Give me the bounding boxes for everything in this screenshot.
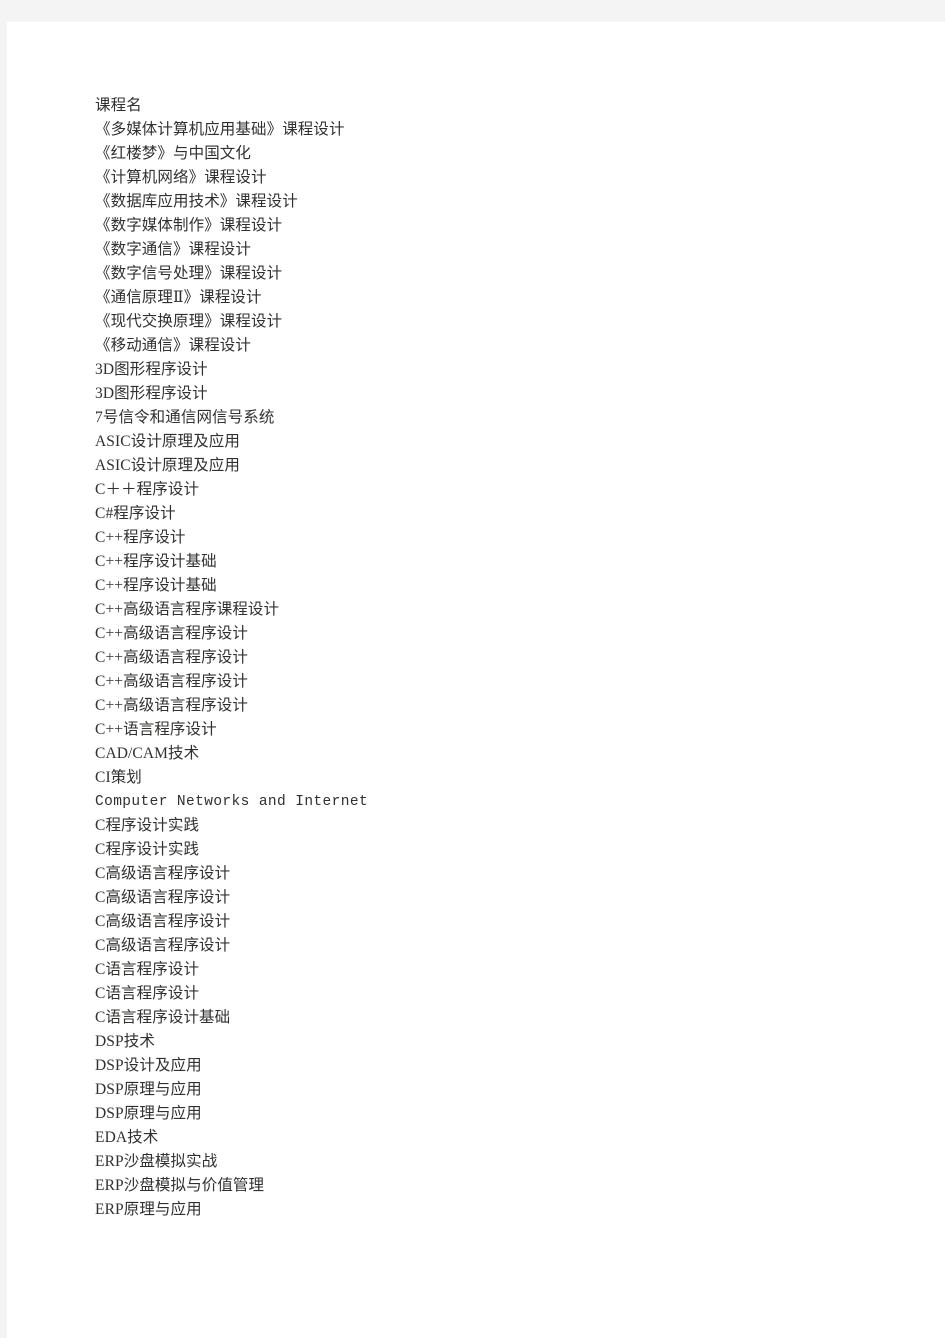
left-chrome-strip <box>0 22 7 1338</box>
course-list-item: ASIC设计原理及应用 <box>95 457 240 474</box>
column-header-course-name: 课程名 <box>95 97 142 114</box>
course-list-item: C程序设计实践 <box>95 841 200 858</box>
course-list-item: C＋＋程序设计 <box>95 481 200 498</box>
course-list-item: C++高级语言程序设计 <box>95 697 248 714</box>
course-list-item: C++高级语言程序课程设计 <box>95 601 280 618</box>
course-list-item: 《计算机网络》课程设计 <box>95 169 267 186</box>
course-list-item: Computer Networks and Internet <box>95 794 369 810</box>
course-list-item: 《数字信号处理》课程设计 <box>95 265 283 282</box>
course-list-item: C++程序设计基础 <box>95 553 217 570</box>
course-list-item: C语言程序设计基础 <box>95 1009 231 1026</box>
course-list-item: 《数据库应用技术》课程设计 <box>95 193 298 210</box>
course-list-item: C++语言程序设计 <box>95 721 217 738</box>
course-list-item: 3D图形程序设计 <box>95 361 208 378</box>
course-list-item: C++程序设计 <box>95 529 186 546</box>
course-list-item: C++高级语言程序设计 <box>95 649 248 666</box>
course-list-item: 《现代交换原理》课程设计 <box>95 313 283 330</box>
course-name-list: 课程名 《多媒体计算机应用基础》课程设计 《红楼梦》与中国文化 《计算机网络》课程设… <box>95 94 895 1222</box>
document-page: 课程名 《多媒体计算机应用基础》课程设计 《红楼梦》与中国文化 《计算机网络》课程设… <box>7 22 945 1338</box>
course-list-item: C高级语言程序设计 <box>95 865 231 882</box>
course-list-item: DSP技术 <box>95 1033 155 1050</box>
course-list-item: C语言程序设计 <box>95 985 200 1002</box>
course-list-item: CI策划 <box>95 769 142 786</box>
course-list-item: C高级语言程序设计 <box>95 937 231 954</box>
course-list-item: C高级语言程序设计 <box>95 889 231 906</box>
course-list-item: 《通信原理Ⅱ》课程设计 <box>95 289 262 306</box>
course-list-item: C程序设计实践 <box>95 817 200 834</box>
course-list-item: C高级语言程序设计 <box>95 913 231 930</box>
course-list-item: C++程序设计基础 <box>95 577 217 594</box>
course-list-item: CAD/CAM技术 <box>95 745 200 762</box>
course-list-item: DSP原理与应用 <box>95 1081 202 1098</box>
course-list-item: DSP设计及应用 <box>95 1057 202 1074</box>
course-list-body: 《多媒体计算机应用基础》课程设计 《红楼梦》与中国文化 《计算机网络》课程设计《数据… <box>95 118 895 1222</box>
course-list-item: 《红楼梦》与中国文化 <box>95 145 252 162</box>
course-list-item: ERP沙盘模拟与价值管理 <box>95 1177 265 1194</box>
course-list-item: C#程序设计 <box>95 505 176 522</box>
course-list-item: C++高级语言程序设计 <box>95 673 248 690</box>
course-list-item: 3D图形程序设计 <box>95 385 208 402</box>
course-list-item: EDA技术 <box>95 1129 159 1146</box>
course-list-item: DSP原理与应用 <box>95 1105 202 1122</box>
course-list-item: 7号信令和通信网信号系统 <box>95 409 275 426</box>
course-list-item: 《多媒体计算机应用基础》课程设计 <box>95 121 345 138</box>
course-list-item: ASIC设计原理及应用 <box>95 433 240 450</box>
course-list-item: ERP原理与应用 <box>95 1201 202 1218</box>
course-list-item: 《数字媒体制作》课程设计 <box>95 217 283 234</box>
top-chrome-band <box>0 0 945 22</box>
course-list-item: ERP沙盘模拟实战 <box>95 1153 218 1170</box>
course-list-item: 《数字通信》课程设计 <box>95 241 252 258</box>
course-list-item: C语言程序设计 <box>95 961 200 978</box>
course-list-item: 《移动通信》课程设计 <box>95 337 252 354</box>
course-list-item: C++高级语言程序设计 <box>95 625 248 642</box>
